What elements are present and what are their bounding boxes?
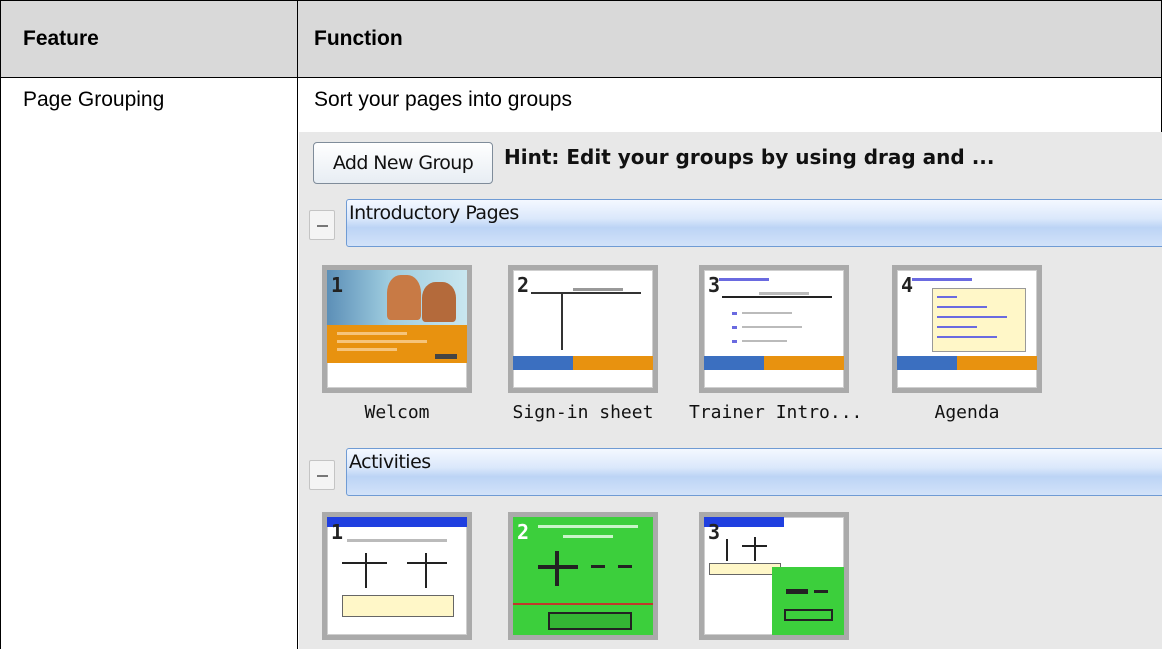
page-number: 1 xyxy=(331,273,344,297)
page-thumbnail-sign-in-sheet[interactable]: 2 xyxy=(508,265,658,393)
table-header-divider xyxy=(0,77,1162,78)
page-number: 4 xyxy=(901,273,914,297)
page-thumbnail-activity-3[interactable]: 3 xyxy=(699,512,849,640)
group-header-activities[interactable]: Activities xyxy=(346,448,1162,496)
page-number: 2 xyxy=(517,273,530,297)
slide-text-line xyxy=(337,348,397,351)
page-label: Agenda xyxy=(934,402,1000,423)
page-number: 1 xyxy=(331,520,344,544)
page-label: Sign-in sheet xyxy=(512,402,654,423)
hint-text: Hint: Edit your groups by using drag and… xyxy=(504,145,995,169)
table-header-row xyxy=(0,0,1162,78)
add-new-group-button[interactable]: Add New Group xyxy=(313,142,493,184)
page-thumbnail-agenda[interactable]: 4 xyxy=(892,265,1042,393)
slide-text-line xyxy=(742,312,792,314)
slide-crossword xyxy=(786,589,808,594)
slide-orange-footer xyxy=(957,356,1037,370)
slide-orange-footer xyxy=(764,356,844,370)
slide-word xyxy=(591,565,605,568)
page-grouping-panel: Add New Group Hint: Edit your groups by … xyxy=(299,132,1162,649)
slide-line xyxy=(531,292,641,294)
slide-blue-footer xyxy=(897,356,957,370)
slide-word-box xyxy=(709,563,781,575)
slide-logo xyxy=(435,354,457,359)
function-column-header: Function xyxy=(314,27,403,50)
slide-line xyxy=(365,553,367,588)
slide-word xyxy=(618,565,632,568)
slide-blue-footer xyxy=(704,356,764,370)
page-thumbnail-welcome[interactable]: 1 xyxy=(322,265,472,393)
slide-word-box xyxy=(784,609,833,621)
slide-word-box xyxy=(548,612,632,630)
slide-title-line xyxy=(719,278,769,281)
slide-line xyxy=(742,545,767,547)
table-column-divider xyxy=(297,0,298,649)
slide-line xyxy=(759,292,809,295)
slide-line xyxy=(722,296,832,298)
feature-cell: Page Grouping xyxy=(23,88,165,111)
slide-text-line xyxy=(937,326,977,328)
slide-bullet xyxy=(732,326,737,329)
slide-word xyxy=(814,590,828,593)
slide-text-line xyxy=(742,326,802,328)
page-number: 3 xyxy=(708,520,721,544)
group-name: Introductory Pages xyxy=(349,202,519,224)
slide-line xyxy=(561,292,563,350)
page-thumbnail-activity-2[interactable]: 2 xyxy=(508,512,658,640)
slide-title-line xyxy=(538,525,638,528)
slide-text-line xyxy=(937,296,957,298)
slide-text-line xyxy=(937,306,987,308)
feature-column-header: Feature xyxy=(23,27,99,50)
slide-person xyxy=(387,275,421,320)
table-border-top xyxy=(0,0,1162,1)
page-number: 2 xyxy=(517,520,530,544)
slide-line xyxy=(425,553,427,588)
slide-crossword xyxy=(555,551,559,586)
slide-text-line xyxy=(937,316,1007,318)
slide-orange-footer xyxy=(573,356,653,370)
slide-green-panel xyxy=(772,567,844,635)
slide-text-line xyxy=(337,340,427,343)
slide-line xyxy=(726,539,728,561)
slide-text-line xyxy=(742,340,787,342)
page-label: Trainer Intro... xyxy=(689,402,863,423)
slide-line xyxy=(342,562,387,564)
function-description: Sort your pages into groups xyxy=(314,88,572,111)
slide-line xyxy=(573,288,623,291)
page-thumbnail-activity-1[interactable]: 1 xyxy=(322,512,472,640)
slide-line xyxy=(347,539,447,542)
slide-bullet xyxy=(732,340,737,343)
slide-blue-header xyxy=(327,517,467,527)
slide-text-line xyxy=(337,332,407,335)
slide-bullet xyxy=(732,312,737,315)
page-number: 3 xyxy=(708,273,721,297)
page-thumbnail-trainer-intro[interactable]: 3 xyxy=(699,265,849,393)
slide-title-line xyxy=(563,535,613,538)
slide-line xyxy=(407,562,447,564)
collapse-group-activities-button[interactable] xyxy=(309,460,335,490)
slide-line xyxy=(754,537,756,561)
slide-word-box xyxy=(342,595,454,617)
group-header-introductory-pages[interactable]: Introductory Pages xyxy=(346,199,1162,247)
group-name: Activities xyxy=(349,451,431,473)
slide-text-line xyxy=(937,336,997,338)
slide-person xyxy=(422,282,456,322)
slide-blue-footer xyxy=(513,356,573,370)
page-label: Welcom xyxy=(364,402,430,423)
collapse-group-introductory-button[interactable] xyxy=(309,210,335,240)
slide-line xyxy=(513,603,653,605)
table-border-left xyxy=(0,0,1,649)
slide-title-line xyxy=(912,278,972,281)
